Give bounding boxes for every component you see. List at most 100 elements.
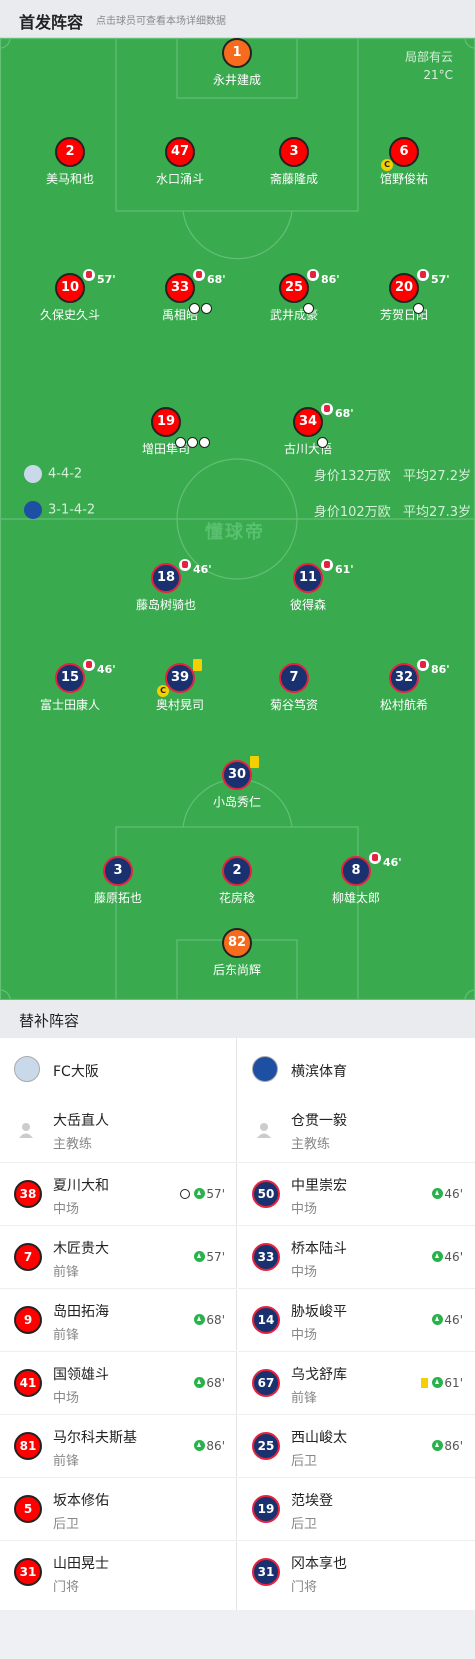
sub-out-icon [321, 559, 333, 571]
away-player[interactable]: 39 C 奥村晃司 [120, 659, 240, 713]
sub-minute: 68' [335, 407, 354, 420]
away-team-row[interactable]: 横滨体育 [238, 1038, 475, 1098]
home-player[interactable]: 33 68' 禹相皓 [120, 269, 240, 323]
sub-name: 范埃登 [291, 1493, 333, 1509]
captain-icon: C [157, 685, 169, 697]
sub-position: 前锋 [53, 1454, 80, 1469]
sub-number: 50 [252, 1180, 280, 1208]
sub-position: 中场 [291, 1328, 318, 1343]
sub-name: 木匠贵大 [53, 1241, 109, 1257]
sub-row[interactable]: 9 岛田拓海 前锋 68' [0, 1288, 237, 1351]
player-number: 15 46' [55, 659, 116, 693]
yokohama-logo-icon [252, 1056, 278, 1082]
home-player[interactable]: 6C 馆野俊祐 [344, 137, 464, 187]
yellow-card-icon [193, 659, 202, 671]
sub-position: 前锋 [53, 1328, 80, 1343]
sub-in: 68' [194, 1313, 225, 1327]
away-subs: 横滨体育 仓贯一毅 主教练 50 中里崇宏 中场 46' 33 桥本陆斗 中场 … [238, 1038, 475, 1610]
sub-name: 胁坂峻平 [291, 1304, 347, 1320]
home-player[interactable]: 2 美马和也 [10, 137, 130, 187]
person-icon [257, 1123, 271, 1138]
sub-position: 中场 [291, 1265, 318, 1280]
sub-row[interactable]: 25 西山峻太 后卫 86' [238, 1414, 475, 1477]
home-player[interactable]: 1 永井建成 [177, 38, 297, 88]
sub-row[interactable]: 14 胁坂峻平 中场 46' [238, 1288, 475, 1351]
home-team-row[interactable]: FC大阪 [0, 1038, 237, 1098]
home-value-info: 身价132万欧 平均27.2岁 [314, 465, 471, 484]
sub-in-icon [432, 1377, 444, 1388]
home-player[interactable]: 19 增田隼司 [106, 407, 226, 457]
home-player[interactable]: 10 57' 久保史久斗 [10, 269, 130, 323]
player-number: 18 46' [151, 559, 212, 593]
sub-row[interactable]: 31 冈本享也 门将 [238, 1540, 475, 1603]
sub-row[interactable]: 33 桥本陆斗 中场 46' [238, 1225, 475, 1288]
away-player[interactable]: 18 46' 藤岛树骑也 [106, 559, 226, 613]
captain-icon: C [381, 159, 393, 171]
sub-row[interactable]: 41 国领雄斗 中场 68' [0, 1351, 237, 1414]
away-player[interactable]: 82 后东尚辉 [177, 928, 297, 978]
away-player[interactable]: 3 藤原拓也 [58, 856, 178, 906]
sub-in: 86' [432, 1439, 463, 1453]
away-player[interactable]: 32 86' 松村航希 [344, 659, 464, 713]
sub-name: 冈本享也 [291, 1556, 347, 1572]
team-name: FC大阪 [53, 1064, 99, 1080]
assist-icon [303, 299, 315, 325]
player-name: 花房稔 [218, 891, 255, 905]
sub-in: 46' [432, 1250, 463, 1264]
away-player[interactable]: 8 46' 柳雄太郎 [296, 852, 416, 906]
home-player[interactable]: 47 水口涌斗 [120, 137, 240, 187]
sub-row[interactable]: 7 木匠贵大 前锋 57' [0, 1225, 237, 1288]
sub-row[interactable]: 5 坂本修佑 后卫 [0, 1477, 237, 1540]
player-name: 奥村晃司 [155, 698, 204, 712]
sub-row[interactable]: 67 乌戈舒库 前锋 61' [238, 1351, 475, 1414]
sub-number: 31 [252, 1558, 280, 1586]
sub-name: 坂本修佑 [53, 1493, 109, 1509]
coach-row[interactable]: 大岳直人 主教练 [0, 1098, 237, 1162]
player-number: 3 [279, 137, 309, 167]
player-number: 82 [222, 928, 252, 958]
player-name: 藤原拓也 [93, 891, 142, 905]
sub-name: 马尔科夫斯基 [53, 1430, 137, 1446]
home-player[interactable]: 3 斋藤隆成 [234, 137, 354, 187]
sub-number: 9 [14, 1306, 42, 1334]
away-player[interactable]: 30 小岛秀仁 [177, 756, 297, 810]
sub-number: 31 [14, 1558, 42, 1586]
player-number: 47 [165, 137, 195, 167]
home-player[interactable]: 25 86' 武井成豪 [234, 269, 354, 325]
sub-row[interactable]: 19 范埃登 后卫 [238, 1477, 475, 1540]
away-player[interactable]: 7 菊谷笃资 [234, 663, 354, 713]
goal-icons [175, 433, 211, 459]
sub-row[interactable]: 38 夏川大和 中场 57' [0, 1162, 237, 1225]
away-player[interactable]: 15 46' 富士田康人 [10, 659, 130, 713]
player-name: 藤岛树骑也 [135, 598, 196, 612]
home-player[interactable]: 20 57' 芳贺日阳 [344, 269, 464, 325]
sub-number: 14 [252, 1306, 280, 1334]
goal-icon [413, 299, 425, 325]
sub-name: 乌戈舒库 [291, 1367, 347, 1383]
sub-minute: 46' [193, 563, 212, 576]
sub-in-icon [194, 1377, 206, 1388]
home-value: 身价132万欧 [313, 469, 391, 484]
coach-row[interactable]: 仓贯一毅 主教练 [238, 1098, 475, 1162]
sub-row[interactable]: 50 中里崇宏 中场 46' [238, 1162, 475, 1225]
home-player[interactable]: 34 68' 古川大悟 [248, 403, 368, 459]
coach-name: 仓贯一毅 [291, 1113, 347, 1129]
lineup-title: 首发阵容 [19, 13, 84, 32]
sub-number: 5 [14, 1495, 42, 1523]
player-number: 32 86' [389, 659, 450, 693]
sub-row[interactable]: 81 马尔科夫斯基 前锋 86' [0, 1414, 237, 1477]
sub-minute: 61' [335, 563, 354, 576]
sub-out-icon [417, 659, 429, 671]
goal-icon [317, 433, 329, 459]
watermark: 懂球帝 [205, 522, 265, 543]
sub-name: 岛田拓海 [53, 1304, 109, 1320]
coach-role: 主教练 [291, 1137, 331, 1152]
subs-header: 替补阵容 [0, 1000, 475, 1038]
sub-position: 门将 [291, 1580, 318, 1595]
sub-in: 61' [421, 1376, 463, 1390]
away-player[interactable]: 2 花房稔 [177, 856, 297, 906]
sub-number: 7 [14, 1243, 42, 1271]
sub-in: 68' [194, 1376, 225, 1390]
away-player[interactable]: 11 61' 彼得森 [248, 559, 368, 613]
sub-row[interactable]: 31 山田晃士 门将 [0, 1540, 237, 1603]
